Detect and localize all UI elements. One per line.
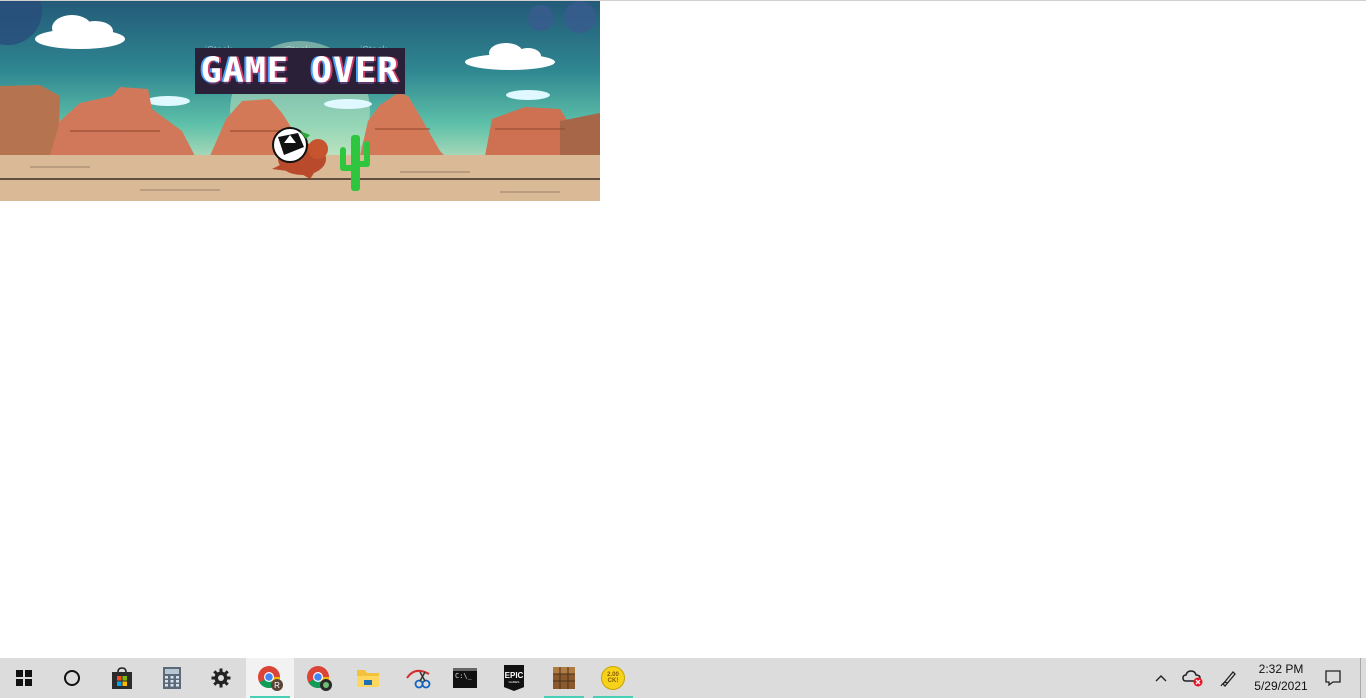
- desert-scene: [0, 1, 600, 201]
- terminal-icon: C:\_: [453, 668, 477, 688]
- chevron-up-icon: [1155, 675, 1167, 682]
- game-over-banner: GAME OVER: [195, 48, 405, 94]
- onedrive-error-icon: [1182, 670, 1203, 687]
- action-center-button[interactable]: [1320, 658, 1346, 698]
- clock-date: 5/29/2021: [1254, 679, 1308, 693]
- coin-icon: 2.00 CK!: [601, 666, 625, 690]
- taskbar-app-settings[interactable]: [197, 658, 245, 698]
- taskbar-app-chrome-profile[interactable]: [295, 658, 343, 698]
- show-hidden-icons-button[interactable]: [1150, 658, 1172, 698]
- taskbar-app-chrome-active[interactable]: R: [246, 658, 294, 698]
- chrome-icon: [307, 666, 332, 691]
- onedrive-tray-button[interactable]: [1180, 658, 1206, 698]
- calculator-icon: [163, 667, 181, 689]
- taskbar-app-command-prompt[interactable]: C:\_: [441, 658, 489, 698]
- scissors-icon: [406, 669, 431, 689]
- clock-time: 2:32 PM: [1258, 662, 1304, 676]
- pen-icon: [1220, 671, 1236, 687]
- game-over-title: GAME OVER: [200, 51, 400, 91]
- system-clock[interactable]: 2:32 PM 5/29/2021: [1248, 658, 1314, 698]
- chrome-icon: R: [258, 666, 283, 691]
- taskbar-app-minecraft[interactable]: [540, 658, 588, 698]
- taskbar-app-coin[interactable]: 2.00 CK!: [589, 658, 637, 698]
- crafting-table-icon: [553, 667, 575, 689]
- show-desktop-button[interactable]: [1360, 658, 1366, 698]
- taskbar-app-file-explorer[interactable]: [344, 658, 392, 698]
- coin-sublabel: CK!: [607, 678, 619, 684]
- game-canvas[interactable]: iStock iStock iStock GAME OVER: [0, 1, 600, 201]
- folder-icon: [357, 670, 379, 687]
- epic-logo-text: EPIC: [504, 671, 524, 680]
- windows-logo-icon: [16, 670, 32, 686]
- taskbar-app-calculator[interactable]: [148, 658, 196, 698]
- epic-logo-subtext: GAMES: [508, 680, 520, 684]
- taskbar: R C:\_ EPIC GAMES 2.00 CK! 2:32 PM 5/29/…: [0, 658, 1366, 698]
- cortana-button[interactable]: [48, 658, 96, 698]
- taskbar-app-epic-games[interactable]: EPIC GAMES: [490, 658, 538, 698]
- pen-workspace-button[interactable]: [1216, 658, 1242, 698]
- store-bag-icon: [112, 667, 132, 689]
- epic-games-icon: EPIC GAMES: [504, 665, 524, 691]
- profile-badge-letter: R: [274, 681, 280, 690]
- gear-icon: [211, 668, 231, 688]
- start-button[interactable]: [0, 658, 48, 698]
- taskbar-app-snipping-tool[interactable]: [394, 658, 442, 698]
- terminal-prompt-label: C:\_: [455, 672, 472, 680]
- action-center-icon: [1325, 670, 1341, 687]
- cortana-circle-icon: [64, 670, 80, 686]
- taskbar-app-store[interactable]: [98, 658, 146, 698]
